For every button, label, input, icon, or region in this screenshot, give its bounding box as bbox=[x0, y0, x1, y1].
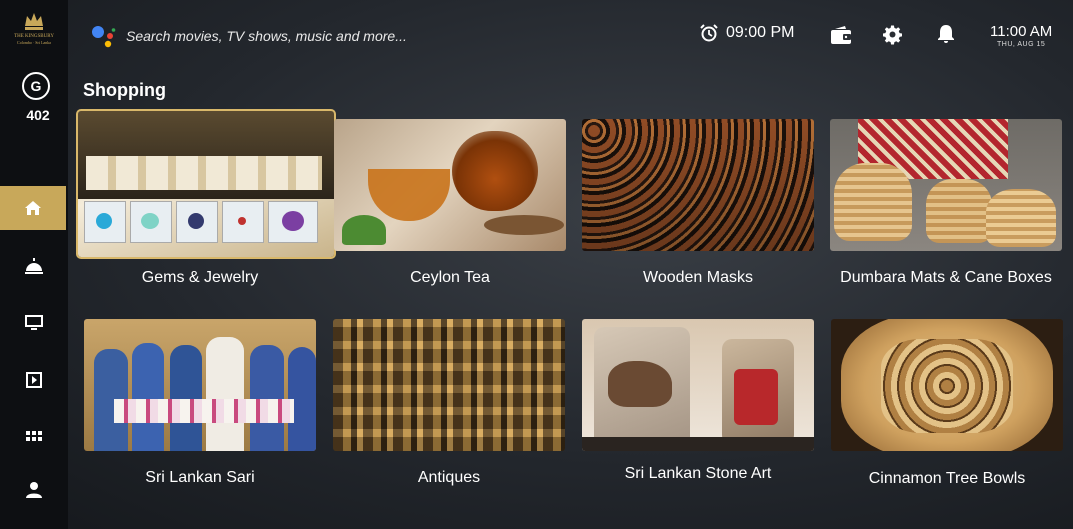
voice-search-bar[interactable]: Search movies, TV shows, music and more.… bbox=[90, 24, 407, 48]
settings-button[interactable] bbox=[883, 25, 903, 50]
card-label: Cinnamon Tree Bowls bbox=[868, 470, 1026, 487]
bell-icon bbox=[938, 25, 954, 43]
section-title: Shopping bbox=[83, 80, 166, 100]
apps-grid-icon bbox=[26, 431, 42, 441]
alarm-time: 09:00 PM bbox=[726, 24, 795, 41]
card-label: Dumbara Mats & Cane Boxes bbox=[840, 269, 1052, 286]
sidebar-item-profile[interactable] bbox=[0, 468, 68, 512]
sidebar-item-apps[interactable] bbox=[0, 416, 68, 460]
wallet-button[interactable] bbox=[830, 25, 852, 50]
sidebar: THE KINGSBURY Colombo · Sri Lanka G 402 bbox=[0, 0, 68, 529]
sri-lankan-sari-image bbox=[84, 319, 316, 451]
stone-art-image bbox=[582, 319, 814, 451]
wooden-masks-image bbox=[582, 119, 814, 251]
card-label: Sri Lankan Stone Art bbox=[624, 465, 772, 482]
card-label: Antiques bbox=[417, 469, 481, 486]
clock-date: THU, AUG 15 bbox=[996, 41, 1046, 48]
wallet-icon bbox=[831, 26, 851, 44]
hotel-logo: THE KINGSBURY Colombo · Sri Lanka bbox=[14, 10, 54, 60]
tv-icon bbox=[25, 315, 43, 330]
logo-subtext: Colombo · Sri Lanka bbox=[17, 40, 51, 45]
search-placeholder: Search movies, TV shows, music and more.… bbox=[126, 28, 407, 44]
google-assistant-icon bbox=[92, 26, 116, 48]
room-number: 402 bbox=[26, 107, 50, 123]
crown-icon bbox=[25, 13, 43, 30]
room-service-icon bbox=[25, 258, 43, 274]
play-icon bbox=[26, 372, 42, 388]
notifications-button[interactable] bbox=[937, 24, 955, 49]
card-label: Sri Lankan Sari bbox=[145, 469, 255, 486]
top-bar: Search movies, TV shows, music and more.… bbox=[68, 0, 1073, 70]
clock: 11:00 AM THU, AUG 15 bbox=[990, 23, 1052, 48]
ceylon-tea-image bbox=[334, 119, 566, 251]
guest-avatar[interactable]: G bbox=[22, 72, 50, 100]
card-label: Wooden Masks bbox=[643, 269, 753, 286]
sidebar-item-room-service[interactable] bbox=[0, 244, 68, 288]
antiques-image bbox=[333, 319, 565, 451]
gear-icon bbox=[883, 25, 902, 45]
clock-time: 11:00 AM bbox=[990, 23, 1053, 40]
profile-icon bbox=[26, 482, 42, 498]
sidebar-item-home[interactable] bbox=[0, 186, 66, 230]
card-label: Ceylon Tea bbox=[410, 269, 490, 286]
card-label: Gems & Jewelry bbox=[141, 269, 259, 286]
sidebar-item-movies[interactable] bbox=[0, 358, 68, 402]
home-icon bbox=[25, 201, 41, 215]
dumbara-mats-image bbox=[830, 119, 1062, 251]
gems-jewelry-image bbox=[76, 109, 336, 259]
sidebar-item-tv[interactable] bbox=[0, 300, 68, 344]
alarm-button[interactable]: 09:00 PM bbox=[700, 24, 794, 42]
alarm-clock-icon bbox=[700, 24, 718, 42]
cinnamon-bowls-image bbox=[831, 319, 1063, 451]
